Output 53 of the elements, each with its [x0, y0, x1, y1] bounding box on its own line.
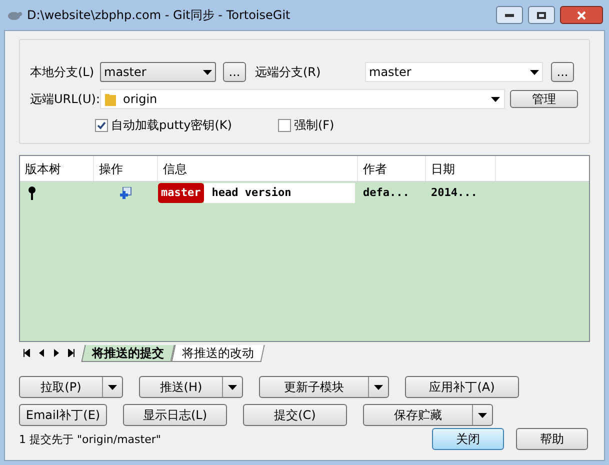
- dialog-button[interactable]: 帮助: [516, 428, 588, 450]
- checkbox[interactable]: [95, 118, 108, 132]
- column-header[interactable]: 作者: [358, 156, 426, 181]
- push-icon: [120, 187, 132, 199]
- tab-nav-icon[interactable]: [23, 349, 30, 357]
- checkbox-label: 自动加载putty密钥(K): [111, 117, 232, 134]
- date-cell-text: 2014...: [430, 184, 478, 201]
- dialog-button[interactable]: 关闭: [432, 428, 504, 450]
- action-button[interactable]: Email补丁(E): [19, 404, 107, 426]
- split-button[interactable]: 推送(H): [139, 376, 243, 398]
- browse-button[interactable]: ...: [551, 62, 574, 82]
- caret-icon: [491, 96, 500, 102]
- checkbox[interactable]: [278, 118, 291, 132]
- sheet-tab[interactable]: 将推送的改动: [171, 344, 265, 362]
- field-label: 远端URL(U):: [30, 91, 100, 108]
- caret-icon: [108, 384, 117, 390]
- column-header[interactable]: 操作: [94, 156, 158, 181]
- column-header[interactable]: 日期: [426, 156, 496, 181]
- status-text: 1 提交先于 "origin/master": [19, 432, 161, 448]
- manage-button[interactable]: 管理: [510, 90, 578, 108]
- check-icon: [97, 120, 106, 130]
- sheet-tab[interactable]: 将推送的提交: [81, 344, 175, 362]
- local-branch-dropdown[interactable]: master: [100, 62, 216, 82]
- action-button[interactable]: 提交(C): [243, 404, 347, 426]
- caret-icon: [478, 412, 487, 418]
- author-cell-text: defa...: [362, 184, 410, 201]
- field-label: 本地分支(L): [30, 64, 96, 81]
- close-button[interactable]: [560, 6, 603, 24]
- caret-icon: [374, 384, 383, 390]
- commit-node-icon: [28, 186, 36, 200]
- split-button[interactable]: 更新子模块: [259, 376, 389, 398]
- window-title: D:\website\zbphp.com - Git同步 - TortoiseGit: [27, 7, 292, 24]
- column-header[interactable]: 信息: [158, 156, 358, 181]
- caret-icon: [228, 384, 237, 390]
- column-header[interactable]: 版本树: [20, 156, 94, 181]
- split-button[interactable]: 保存贮藏: [363, 404, 493, 426]
- branch-tag: master: [158, 183, 204, 203]
- split-button[interactable]: 拉取(P): [19, 376, 123, 398]
- caret-icon: [530, 70, 539, 74]
- minimize-button[interactable]: [496, 6, 523, 24]
- action-button[interactable]: 应用补丁(A): [405, 376, 519, 398]
- folder-icon: [105, 92, 116, 106]
- remote-branch-dropdown[interactable]: master: [365, 62, 543, 82]
- remote-url-dropdown[interactable]: origin: [100, 89, 505, 109]
- action-button[interactable]: 显示日志(L): [123, 404, 227, 426]
- browse-button[interactable]: ...: [223, 62, 246, 82]
- checkbox-label: 强制(F): [294, 117, 334, 134]
- close-icon: [577, 10, 586, 20]
- tab-nav-icon[interactable]: [68, 349, 75, 357]
- caret-icon: [203, 70, 212, 74]
- field-label: 远端分支(R): [255, 64, 322, 81]
- commit-message: head version: [204, 183, 355, 203]
- maximize-button[interactable]: [528, 6, 555, 24]
